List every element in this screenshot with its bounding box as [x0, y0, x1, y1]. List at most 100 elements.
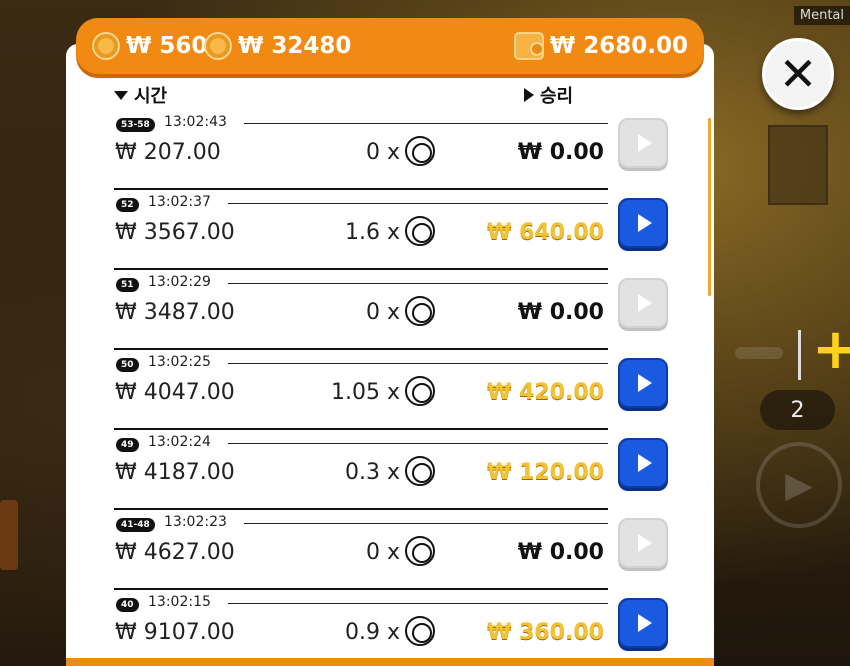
sort-down-icon — [114, 90, 128, 100]
round-badge: 53-58 — [116, 118, 155, 132]
round-badge: 52 — [116, 198, 139, 212]
play-icon — [638, 534, 652, 552]
multiplier: 0 x — [365, 540, 400, 565]
bet-amount: ₩ 3487.00 — [115, 300, 235, 325]
win-amount: ₩ 360.00 — [487, 620, 604, 645]
win-amount: ₩ 640.00 — [487, 220, 604, 245]
row-separator — [114, 588, 608, 590]
minus-button[interactable] — [735, 347, 783, 359]
replay-button[interactable] — [618, 598, 668, 648]
bet-amount: ₩ 9107.00 — [115, 620, 235, 645]
history-header: 시간 승리 — [0, 82, 850, 110]
replay-button[interactable] — [618, 198, 668, 248]
multiplier: 0 x — [365, 140, 400, 165]
bet-amount: ₩ 3567.00 — [115, 220, 235, 245]
round-time: 13:02:23 — [164, 514, 227, 530]
coin-icon — [405, 616, 435, 646]
history-row: 52 13:02:37 ₩ 3567.00 1.6 x ₩ 640.00 — [0, 188, 720, 270]
time-header-label: 시간 — [134, 86, 168, 107]
win-amount: ₩ 0.00 — [517, 300, 604, 325]
round-time: 13:02:25 — [148, 354, 211, 370]
win-header-label: 승리 — [540, 86, 574, 107]
play-icon — [638, 454, 652, 472]
row-separator — [114, 428, 608, 430]
multiplier: 1.6 x — [345, 220, 400, 245]
round-time: 13:02:29 — [148, 274, 211, 290]
bet-amount: ₩ 4047.00 — [115, 380, 235, 405]
history-row: 51 13:02:29 ₩ 3487.00 0 x ₩ 0.00 — [0, 268, 720, 350]
win-amount: ₩ 0.00 — [517, 540, 604, 565]
replay-button[interactable] — [618, 118, 668, 168]
coin1-value: ₩ 560 — [126, 33, 208, 59]
background-wall-box — [768, 125, 828, 205]
history-row: 40 13:02:15 ₩ 9107.00 0.9 x ₩ 360.00 — [0, 588, 720, 666]
round-badge: 51 — [116, 278, 139, 292]
wallet-value: ₩ 2680.00 — [549, 33, 688, 59]
multiplier: 1.05 x — [331, 380, 400, 405]
replay-button[interactable] — [618, 518, 668, 568]
coin-icon — [405, 136, 435, 166]
round-time: 13:02:24 — [148, 434, 211, 450]
play-icon — [638, 214, 652, 232]
multiplier: 0.3 x — [345, 460, 400, 485]
round-badge: 40 — [116, 598, 139, 612]
stepper-divider — [798, 330, 801, 380]
overlay-label: Mental — [793, 6, 850, 25]
balance-coin-1: ₩ 560 — [92, 32, 207, 60]
row-separator — [114, 268, 608, 270]
coin2-value: ₩ 32480 — [238, 33, 352, 59]
bet-amount: ₩ 4627.00 — [115, 540, 235, 565]
background-play-button[interactable]: ▶ — [756, 442, 842, 528]
sort-time-header[interactable]: 시간 — [114, 82, 167, 108]
time-rule — [228, 363, 608, 364]
time-rule — [228, 443, 608, 444]
round-time: 13:02:37 — [148, 194, 211, 210]
bet-amount: ₩ 4187.00 — [115, 460, 235, 485]
play-icon — [638, 294, 652, 312]
bet-count: 2 — [760, 390, 835, 430]
round-badge: 49 — [116, 438, 139, 452]
row-separator — [114, 508, 608, 510]
play-icon — [638, 374, 652, 392]
coin-icon — [92, 32, 120, 60]
history-row: 49 13:02:24 ₩ 4187.00 0.3 x ₩ 120.00 — [0, 428, 720, 510]
plus-button[interactable]: + — [812, 322, 850, 378]
wallet-icon — [513, 32, 544, 60]
history-row: 53-58 13:02:43 ₩ 207.00 0 x ₩ 0.00 — [0, 110, 720, 190]
round-time: 13:02:43 — [164, 114, 227, 130]
round-badge: 41-48 — [116, 518, 155, 532]
round-time: 13:02:15 — [148, 594, 211, 610]
replay-button[interactable] — [618, 278, 668, 328]
coin-icon — [405, 376, 435, 406]
replay-button[interactable] — [618, 438, 668, 488]
time-rule — [244, 123, 608, 124]
coin-icon — [405, 216, 435, 246]
play-icon — [638, 134, 652, 152]
sort-right-icon — [524, 88, 534, 102]
coin-icon — [405, 536, 435, 566]
time-rule — [228, 283, 608, 284]
time-rule — [228, 603, 608, 604]
row-separator — [114, 188, 608, 190]
round-badge: 50 — [116, 358, 139, 372]
win-amount: ₩ 120.00 — [487, 460, 604, 485]
coin-stack-icon — [204, 32, 232, 60]
bet-amount: ₩ 207.00 — [115, 140, 221, 165]
balance-bar: ₩ 560 ₩ 32480 ₩ 2680.00 — [76, 18, 704, 74]
balance-coin-2: ₩ 32480 — [204, 32, 351, 60]
time-rule — [244, 523, 608, 524]
replay-button[interactable] — [618, 358, 668, 408]
coin-icon — [405, 296, 435, 326]
multiplier: 0 x — [365, 300, 400, 325]
time-rule — [228, 203, 608, 204]
wallet-balance: ₩ 2680.00 — [513, 32, 688, 60]
multiplier: 0.9 x — [345, 620, 400, 645]
coin-icon — [405, 456, 435, 486]
sort-win-header[interactable]: 승리 — [524, 82, 573, 108]
history-row: 41-48 13:02:23 ₩ 4627.00 0 x ₩ 0.00 — [0, 508, 720, 590]
win-amount: ₩ 0.00 — [517, 140, 604, 165]
row-separator — [114, 348, 608, 350]
play-icon — [638, 614, 652, 632]
history-row: 50 13:02:25 ₩ 4047.00 1.05 x ₩ 420.00 — [0, 348, 720, 430]
win-amount: ₩ 420.00 — [487, 380, 604, 405]
